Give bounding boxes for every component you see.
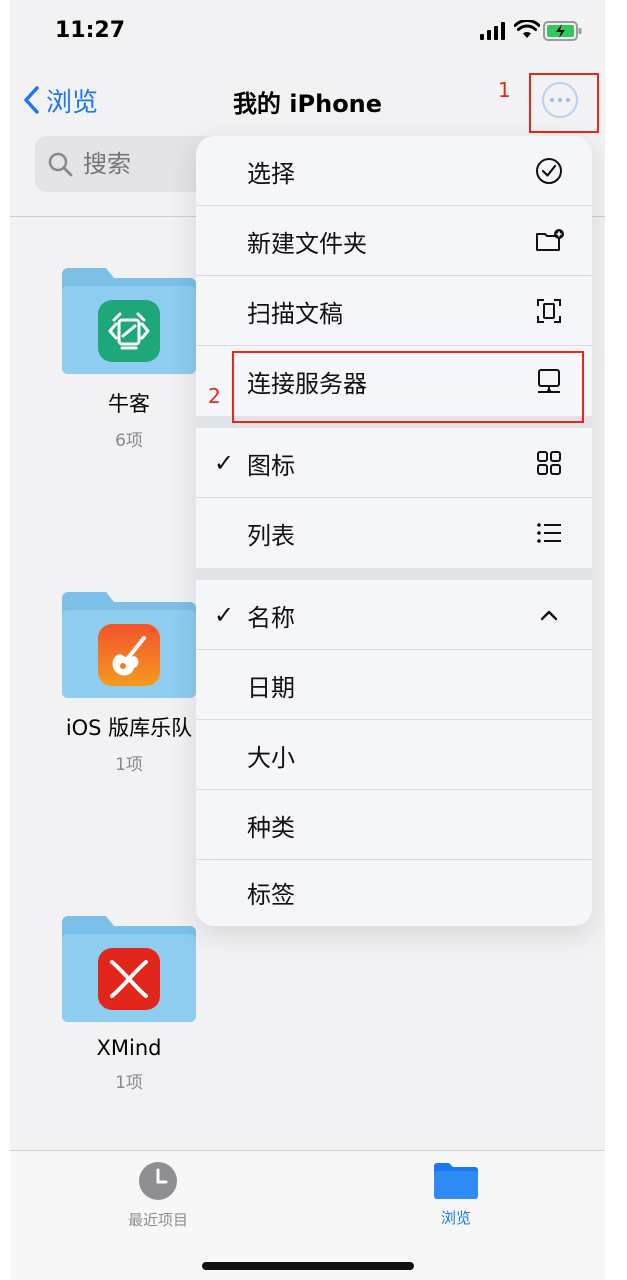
menu-item-new-folder[interactable]: 新建文件夹	[196, 206, 592, 276]
folder-xmind[interactable]: XMind 1项	[54, 916, 204, 1093]
menu-item-sort-date[interactable]: 日期	[196, 650, 592, 720]
files-app-screen: 11:27 浏览 我的 iPhone 1 搜索 牛客 6项 iOS 版库乐队 1…	[10, 0, 605, 1280]
menu-item-scan-documents[interactable]: 扫描文稿	[196, 276, 592, 346]
menu-item-select[interactable]: 选择	[196, 136, 592, 206]
menu-item-label: 新建文件夹	[247, 229, 367, 258]
checkmark-icon: ✓	[214, 449, 235, 477]
menu-item-label: 日期	[247, 673, 295, 702]
more-options-menu: 选择 新建文件夹 扫描文稿 连接服务器 ✓ 图标 列表 ✓ 名称 日期 大小 种…	[196, 136, 592, 926]
tab-recent[interactable]: 最近项目	[78, 1161, 238, 1230]
page-title: 我的 iPhone	[232, 90, 383, 118]
annotation-label-2: 2	[208, 384, 221, 408]
menu-item-label: 名称	[247, 603, 295, 632]
wifi-icon	[514, 20, 540, 38]
folder-name: XMind	[96, 1036, 162, 1060]
garageband-app-icon	[98, 624, 160, 686]
tab-browse[interactable]: 浏览	[376, 1161, 536, 1228]
status-time: 11:27	[55, 18, 126, 43]
folder-nowcoder[interactable]: 牛客 6项	[54, 268, 204, 451]
home-indicator	[202, 1262, 414, 1270]
checkmark-icon: ✓	[214, 601, 235, 629]
menu-item-label: 选择	[247, 159, 295, 188]
menu-section-gap	[196, 568, 592, 580]
grid-icon	[537, 451, 561, 475]
checkmark-circle-icon	[536, 158, 562, 184]
clock-icon	[139, 1162, 177, 1200]
folder-item-count: 1项	[115, 1073, 143, 1093]
menu-item-list-view[interactable]: 列表	[196, 498, 592, 568]
folder-graphic	[62, 592, 196, 698]
annotation-box-1	[529, 73, 599, 133]
folder-item-count: 6项	[115, 431, 143, 451]
menu-item-sort-tags[interactable]: 标签	[196, 857, 592, 926]
navigation-bar: 浏览 我的 iPhone	[10, 70, 605, 130]
menu-item-sort-size[interactable]: 大小	[196, 720, 592, 790]
folder-garageband[interactable]: iOS 版库乐队 1项	[54, 592, 204, 775]
annotation-label-1: 1	[498, 78, 511, 102]
xmind-app-icon	[98, 948, 160, 1010]
folder-graphic	[62, 268, 196, 374]
menu-item-label: 种类	[247, 813, 295, 842]
annotation-box-2	[232, 351, 584, 423]
search-input[interactable]	[81, 149, 205, 179]
scan-document-icon	[537, 299, 561, 323]
menu-item-sort-kind[interactable]: 种类	[196, 790, 592, 860]
menu-item-label: 大小	[247, 743, 295, 772]
menu-item-label: 标签	[247, 880, 295, 909]
folder-add-icon	[536, 229, 564, 251]
battery-charging-icon	[543, 21, 582, 41]
menu-item-icons-view[interactable]: ✓ 图标	[196, 428, 592, 498]
menu-item-sort-name[interactable]: ✓ 名称	[196, 580, 592, 650]
tab-bar: 最近项目 浏览	[10, 1150, 605, 1280]
tab-label: 最近项目	[127, 1211, 188, 1229]
status-bar: 11:27	[10, 0, 605, 60]
folder-fill-icon	[434, 1163, 478, 1199]
menu-item-label: 扫描文稿	[247, 299, 343, 328]
tab-label: 浏览	[440, 1209, 471, 1227]
folder-name: iOS 版库乐队	[65, 716, 193, 740]
chevron-up-icon	[540, 610, 558, 621]
nowcoder-app-icon	[98, 300, 160, 362]
menu-item-label: 列表	[247, 521, 295, 550]
folder-name: 牛客	[108, 392, 150, 416]
search-icon	[48, 152, 73, 177]
folder-item-count: 1项	[115, 755, 143, 775]
folder-graphic	[62, 916, 196, 1022]
cellular-signal-icon	[480, 22, 505, 40]
list-icon	[537, 523, 561, 543]
menu-item-label: 图标	[247, 451, 295, 480]
